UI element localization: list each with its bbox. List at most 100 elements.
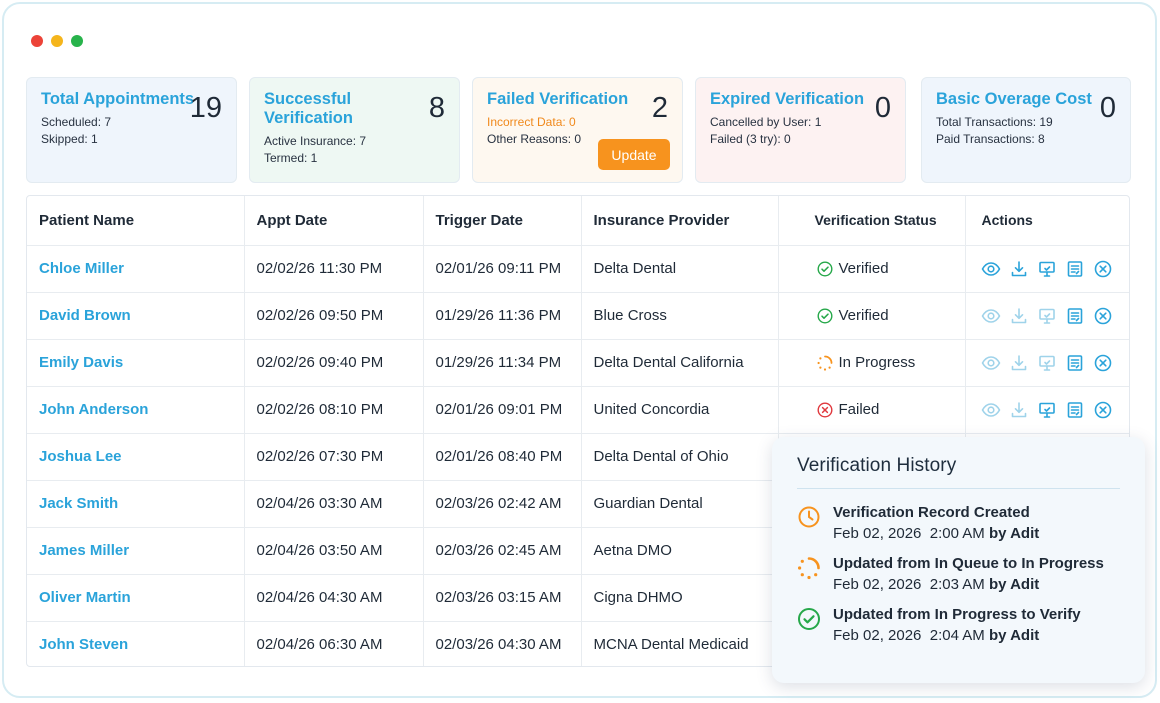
download-icon[interactable] bbox=[1009, 352, 1030, 373]
patient-name-link[interactable]: Oliver Martin bbox=[27, 574, 245, 622]
patient-name-link[interactable]: John Steven bbox=[27, 621, 245, 666]
card-details: Active Insurance: 7 Termed: 1 bbox=[264, 133, 445, 167]
insurance-provider: MCNA Dental Medicaid bbox=[581, 621, 779, 666]
monitor-icon[interactable] bbox=[1037, 305, 1058, 326]
history-author: by Adit bbox=[988, 525, 1040, 542]
eye-icon[interactable] bbox=[981, 305, 1002, 326]
verification-status: Failed bbox=[778, 386, 966, 434]
insurance-provider: Delta Dental California bbox=[581, 339, 779, 387]
summary-card: Expired Verification 0 Cancelled by User: … bbox=[695, 77, 906, 183]
download-icon[interactable] bbox=[1009, 305, 1030, 326]
progress-icon bbox=[817, 355, 832, 371]
card-detail-line: Skipped: 1 bbox=[41, 132, 98, 146]
patient-name-link[interactable]: Joshua Lee bbox=[27, 433, 245, 481]
status-label: In Progress bbox=[838, 354, 916, 371]
appt-date: 02/04/26 03:30 AM bbox=[244, 480, 424, 528]
patient-name-link[interactable]: Chloe Miller bbox=[27, 245, 245, 293]
appt-date: 02/02/26 11:30 PM bbox=[244, 245, 424, 293]
history-item-title: Verification Record Created bbox=[833, 504, 1030, 521]
table-row: John Anderson 02/02/26 08:10 PM 02/01/26 0… bbox=[27, 386, 1130, 434]
status-badge: Verified bbox=[816, 260, 965, 277]
appt-date: 02/02/26 07:30 PM bbox=[244, 433, 424, 481]
patient-name-link[interactable]: Emily Davis bbox=[27, 339, 245, 387]
notes-icon[interactable] bbox=[1065, 305, 1086, 326]
trigger-date: 02/01/26 09:01 PM bbox=[423, 386, 582, 434]
notes-icon[interactable] bbox=[1065, 258, 1086, 279]
cancel-circle-icon[interactable] bbox=[1093, 352, 1114, 373]
trigger-date: 02/03/26 02:45 AM bbox=[423, 527, 582, 575]
eye-icon[interactable] bbox=[981, 399, 1002, 420]
cancel-circle-icon[interactable] bbox=[1093, 305, 1114, 326]
clock-icon bbox=[798, 506, 820, 528]
trigger-date: 02/03/26 02:42 AM bbox=[423, 480, 582, 528]
eye-icon[interactable] bbox=[981, 258, 1002, 279]
card-title: Failed Verification bbox=[487, 90, 629, 108]
status-label: Verified bbox=[838, 260, 889, 277]
history-date: Feb 02, 2026 2:03 AM bbox=[833, 576, 985, 593]
verification-status: Verified bbox=[778, 245, 966, 293]
monitor-icon[interactable] bbox=[1037, 399, 1058, 420]
summary-card: Total Appointments 19 Scheduled: 7 Skipped:… bbox=[26, 77, 237, 183]
download-icon[interactable] bbox=[1009, 258, 1030, 279]
history-item-meta: Feb 02, 2026 2:03 AM by Adit bbox=[833, 574, 1104, 596]
eye-icon[interactable] bbox=[981, 352, 1002, 373]
history-text: Updated from In Queue to In Progress Feb … bbox=[833, 554, 1104, 596]
status-badge: In Progress bbox=[817, 354, 965, 371]
column-header: Insurance Provider bbox=[581, 196, 779, 246]
trigger-date: 02/01/26 09:11 PM bbox=[423, 245, 582, 293]
status-label: Verified bbox=[838, 307, 889, 324]
summary-card: Successful Verification 8 Active Insurance… bbox=[249, 77, 460, 183]
status-badge: Failed bbox=[816, 401, 965, 418]
x-circle-icon bbox=[816, 401, 833, 418]
card-title: Expired Verification bbox=[710, 90, 865, 108]
history-date: Feb 02, 2026 2:00 AM bbox=[833, 525, 985, 542]
appt-date: 02/04/26 04:30 AM bbox=[244, 574, 424, 622]
insurance-provider: Blue Cross bbox=[581, 292, 779, 340]
row-actions bbox=[964, 339, 1129, 387]
card-details: Total Transactions: 19 Paid Transactions:… bbox=[936, 114, 1116, 148]
card-title: Basic Overage Cost bbox=[936, 90, 1092, 108]
notes-icon[interactable] bbox=[1065, 399, 1086, 420]
trigger-date: 02/03/26 03:15 AM bbox=[423, 574, 582, 622]
trigger-date: 01/29/26 11:34 PM bbox=[423, 339, 582, 387]
actions-group bbox=[979, 399, 1130, 420]
card-details: Cancelled by User: 1 Failed (3 try): 0 bbox=[710, 114, 891, 148]
history-author: by Adit bbox=[988, 627, 1040, 644]
check-circle-icon bbox=[798, 608, 820, 630]
maximize-dot[interactable] bbox=[71, 35, 83, 47]
cancel-circle-icon[interactable] bbox=[1093, 258, 1114, 279]
card-detail-line: Paid Transactions: 8 bbox=[936, 132, 1045, 146]
history-author: by Adit bbox=[988, 576, 1040, 593]
progress-icon bbox=[798, 557, 820, 580]
cancel-circle-icon[interactable] bbox=[1093, 399, 1114, 420]
card-title: Successful Verification bbox=[264, 90, 353, 127]
update-button[interactable]: Update bbox=[598, 139, 670, 170]
card-detail-line: Termed: 1 bbox=[264, 151, 318, 165]
appt-date: 02/02/26 09:40 PM bbox=[244, 339, 424, 387]
column-header: Trigger Date bbox=[423, 196, 582, 246]
history-item: Verification Record Created Feb 02, 2026 … bbox=[797, 503, 1120, 545]
history-item: Updated from In Queue to In Progress Feb … bbox=[797, 554, 1120, 596]
close-dot[interactable] bbox=[31, 35, 43, 47]
column-header: Patient Name bbox=[27, 196, 245, 246]
patient-name-link[interactable]: James Miller bbox=[27, 527, 245, 575]
patient-name-link[interactable]: Jack Smith bbox=[27, 480, 245, 528]
appt-date: 02/04/26 06:30 AM bbox=[244, 621, 424, 666]
table-row: Chloe Miller 02/02/26 11:30 PM 02/01/26 09… bbox=[27, 245, 1129, 293]
patient-name-link[interactable]: David Brown bbox=[27, 292, 245, 340]
column-header: Appt Date bbox=[244, 196, 424, 246]
history-text: Updated from In Progress to Verify Feb 02… bbox=[833, 605, 1081, 647]
history-list: Verification Record Created Feb 02, 2026 … bbox=[797, 503, 1120, 647]
verification-history-panel: Verification History Verification Record… bbox=[772, 437, 1145, 683]
card-count: 0 bbox=[874, 92, 891, 124]
monitor-icon[interactable] bbox=[1037, 258, 1058, 279]
history-text: Verification Record Created Feb 02, 2026 … bbox=[833, 503, 1039, 545]
history-item-meta: Feb 02, 2026 2:00 AM by Adit bbox=[833, 523, 1039, 545]
table-row: Emily Davis 02/02/26 09:40 PM 01/29/26 11:… bbox=[27, 339, 1129, 387]
notes-icon[interactable] bbox=[1065, 352, 1086, 373]
trigger-date: 02/01/26 08:40 PM bbox=[423, 433, 582, 481]
download-icon[interactable] bbox=[1009, 399, 1030, 420]
patient-name-link[interactable]: John Anderson bbox=[27, 386, 245, 434]
monitor-icon[interactable] bbox=[1037, 352, 1058, 373]
minimize-dot[interactable] bbox=[51, 35, 63, 47]
